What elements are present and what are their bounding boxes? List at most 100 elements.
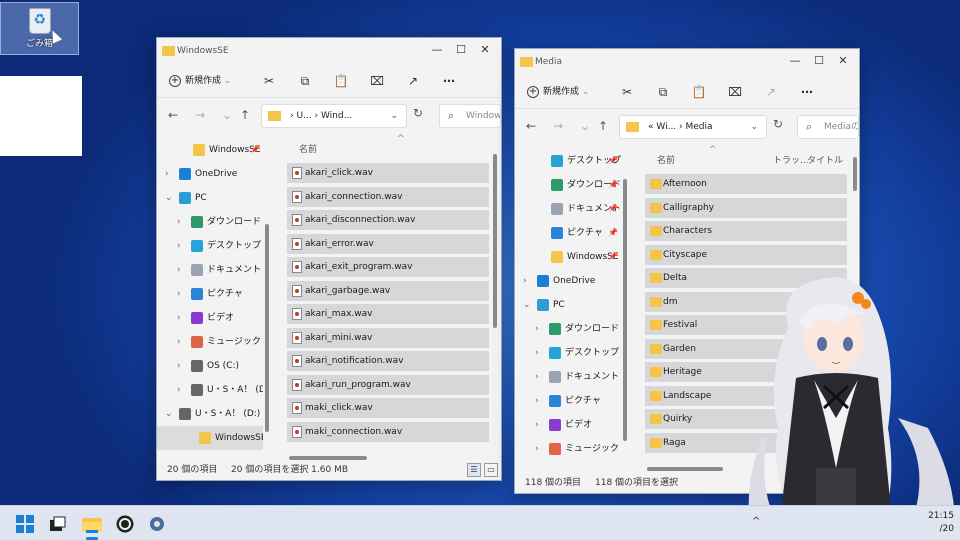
nav-item-download[interactable]: ダウンロード 📌 xyxy=(515,173,621,197)
copy-icon[interactable]: ⧉ xyxy=(295,72,315,90)
cut-icon[interactable]: ✂ xyxy=(617,83,637,101)
chevron-right-icon[interactable]: › xyxy=(177,330,181,354)
column-header-name[interactable]: 名前 xyxy=(299,142,317,155)
file-row[interactable]: maki_connection.wav xyxy=(287,421,489,442)
paste-icon[interactable]: 📋 xyxy=(331,72,351,90)
file-list-scrollbar[interactable] xyxy=(853,157,857,191)
obs-icon[interactable] xyxy=(116,515,134,533)
recent-chevron-icon[interactable]: ⌄ xyxy=(219,108,235,122)
nav-item-desktop[interactable]: › デスクトップ xyxy=(515,341,621,365)
file-row[interactable]: akari_notification.wav xyxy=(287,351,489,371)
maximize-button[interactable]: ☐ xyxy=(449,41,473,59)
clock[interactable]: 21:15 /20 xyxy=(928,510,954,536)
nav-item-music[interactable]: › ミュージック xyxy=(157,330,263,354)
chevron-right-icon[interactable]: › xyxy=(177,258,181,282)
up-icon[interactable]: ↑ xyxy=(595,119,611,133)
file-row[interactable]: akari_error.wav xyxy=(287,233,489,254)
chevron-right-icon[interactable]: › xyxy=(535,317,539,341)
nav-item-folder[interactable]: WindowsSE 📌 xyxy=(157,138,263,162)
chevron-down-icon[interactable]: ⌄ xyxy=(390,105,398,127)
chevron-right-icon[interactable]: › xyxy=(523,269,527,293)
chevron-down-icon[interactable]: ⌄ xyxy=(165,402,173,426)
title-bar[interactable]: Media — ☐ ✕ xyxy=(515,49,859,75)
back-icon[interactable]: ← xyxy=(165,108,181,122)
file-explorer-icon[interactable] xyxy=(82,515,102,533)
close-button[interactable]: ✕ xyxy=(473,41,497,59)
breadcrumb-1[interactable]: Wind... xyxy=(321,111,352,121)
file-row[interactable]: akari_mini.wav xyxy=(287,327,489,348)
address-bar[interactable]: › U... › Wind... ⌄ xyxy=(261,104,407,128)
close-button[interactable]: ✕ xyxy=(831,52,855,70)
chevron-right-icon[interactable]: › xyxy=(177,210,181,234)
breadcrumb-1[interactable]: Media xyxy=(686,122,713,132)
chevron-right-icon[interactable]: › xyxy=(165,162,169,186)
navigation-scrollbar[interactable] xyxy=(265,224,269,432)
nav-item-document[interactable]: › ドキュメント xyxy=(157,258,263,282)
file-row[interactable]: akari_max.wav xyxy=(287,304,489,324)
search-input[interactable]: ⌕ Mediaの xyxy=(797,115,859,139)
details-view-icon[interactable]: ☰ xyxy=(467,463,481,477)
more-icon[interactable]: ⋯ xyxy=(797,83,817,101)
chevron-right-icon[interactable]: › xyxy=(177,354,181,378)
share-icon[interactable]: ↗ xyxy=(761,83,781,101)
address-bar[interactable]: « Wi... › Media ⌄ xyxy=(619,115,767,139)
file-row[interactable]: akari_run_program.wav xyxy=(287,374,489,395)
horizontal-scrollbar[interactable] xyxy=(647,467,723,471)
file-row[interactable]: Characters xyxy=(645,221,847,241)
chevron-down-icon[interactable]: ⌄ xyxy=(750,116,758,138)
nav-item-folder[interactable]: WindowsSE 📌 xyxy=(515,245,621,269)
task-view-icon[interactable] xyxy=(48,515,66,533)
nav-item-download[interactable]: › ダウンロード xyxy=(157,210,263,234)
new-button[interactable]: + 新規作成 ⌄ xyxy=(169,72,231,90)
file-row[interactable]: Afternoon xyxy=(645,174,847,194)
settings-gear-icon[interactable] xyxy=(148,515,166,533)
file-row[interactable]: akari_click.wav xyxy=(287,163,489,183)
breadcrumb-0[interactable]: Wi... xyxy=(656,122,676,132)
maximize-button[interactable]: ☐ xyxy=(807,52,831,70)
nav-item-music[interactable]: › ミュージック xyxy=(515,437,621,461)
refresh-icon[interactable]: ↻ xyxy=(413,106,423,120)
tiles-view-icon[interactable]: ▭ xyxy=(484,463,498,477)
chevron-down-icon[interactable]: ⌄ xyxy=(165,186,173,210)
nav-item-document[interactable]: › ドキュメント xyxy=(515,365,621,389)
chevron-right-icon[interactable]: › xyxy=(177,234,181,258)
nav-item-pc[interactable]: ⌄ PC xyxy=(157,186,263,210)
nav-item-pictures[interactable]: › ピクチャ xyxy=(157,282,263,306)
nav-item-drive[interactable]: › U・S・A！ (D:) xyxy=(157,378,263,402)
column-header-title[interactable]: タイトル xyxy=(807,153,843,166)
chevron-right-icon[interactable]: › xyxy=(535,389,539,413)
column-header-track[interactable]: トラッ... xyxy=(773,153,809,166)
chevron-right-icon[interactable]: › xyxy=(177,378,181,402)
nav-item-pictures[interactable]: ピクチャ 📌 xyxy=(515,221,621,245)
nav-item-cloud[interactable]: › OneDrive xyxy=(157,162,263,186)
chevron-right-icon[interactable]: › xyxy=(535,413,539,437)
nav-item-document[interactable]: ドキュメント 📌 xyxy=(515,197,621,221)
more-icon[interactable]: ⋯ xyxy=(439,72,459,90)
file-row[interactable]: maki_click.wav xyxy=(287,398,489,418)
start-button[interactable] xyxy=(16,515,34,533)
nav-item-drive[interactable]: › OS (C:) xyxy=(157,354,263,378)
nav-item-desktop[interactable]: › デスクトップ xyxy=(157,234,263,258)
file-list-scrollbar[interactable] xyxy=(493,154,497,328)
paste-icon[interactable]: 📋 xyxy=(689,83,709,101)
nav-item-pictures[interactable]: › ピクチャ xyxy=(515,389,621,413)
nav-item-cloud[interactable]: › OneDrive xyxy=(515,269,621,293)
nav-item-desktop[interactable]: デスクトップ 📌 xyxy=(515,149,621,173)
nav-item-pc[interactable]: ⌄ PC xyxy=(515,293,621,317)
nav-item-video[interactable]: › ビデオ xyxy=(515,413,621,437)
file-row[interactable]: akari_disconnection.wav xyxy=(287,210,489,230)
chevron-up-icon[interactable]: ^ xyxy=(752,516,760,527)
refresh-icon[interactable]: ↻ xyxy=(773,117,783,131)
nav-item-drive[interactable]: ⌄ U・S・A！ (D:) xyxy=(157,402,263,426)
explorer-window-windowsse[interactable]: WindowsSE — ☐ ✕ + 新規作成 ⌄ ✂ ⧉ 📋 ⌧ ↗ ⋯ ← → … xyxy=(156,37,502,481)
chevron-right-icon[interactable]: › xyxy=(535,437,539,461)
navigation-scrollbar[interactable] xyxy=(623,179,627,441)
new-button[interactable]: + 新規作成 ⌄ xyxy=(527,83,589,101)
file-row[interactable]: akari_garbage.wav xyxy=(287,280,489,301)
chevron-down-icon[interactable]: ⌄ xyxy=(523,293,531,317)
share-icon[interactable]: ↗ xyxy=(403,72,423,90)
minimize-button[interactable]: — xyxy=(425,41,449,59)
chevron-right-icon[interactable]: › xyxy=(177,306,181,330)
file-row[interactable]: akari_exit_program.wav xyxy=(287,257,489,277)
forward-icon[interactable]: → xyxy=(192,108,208,122)
